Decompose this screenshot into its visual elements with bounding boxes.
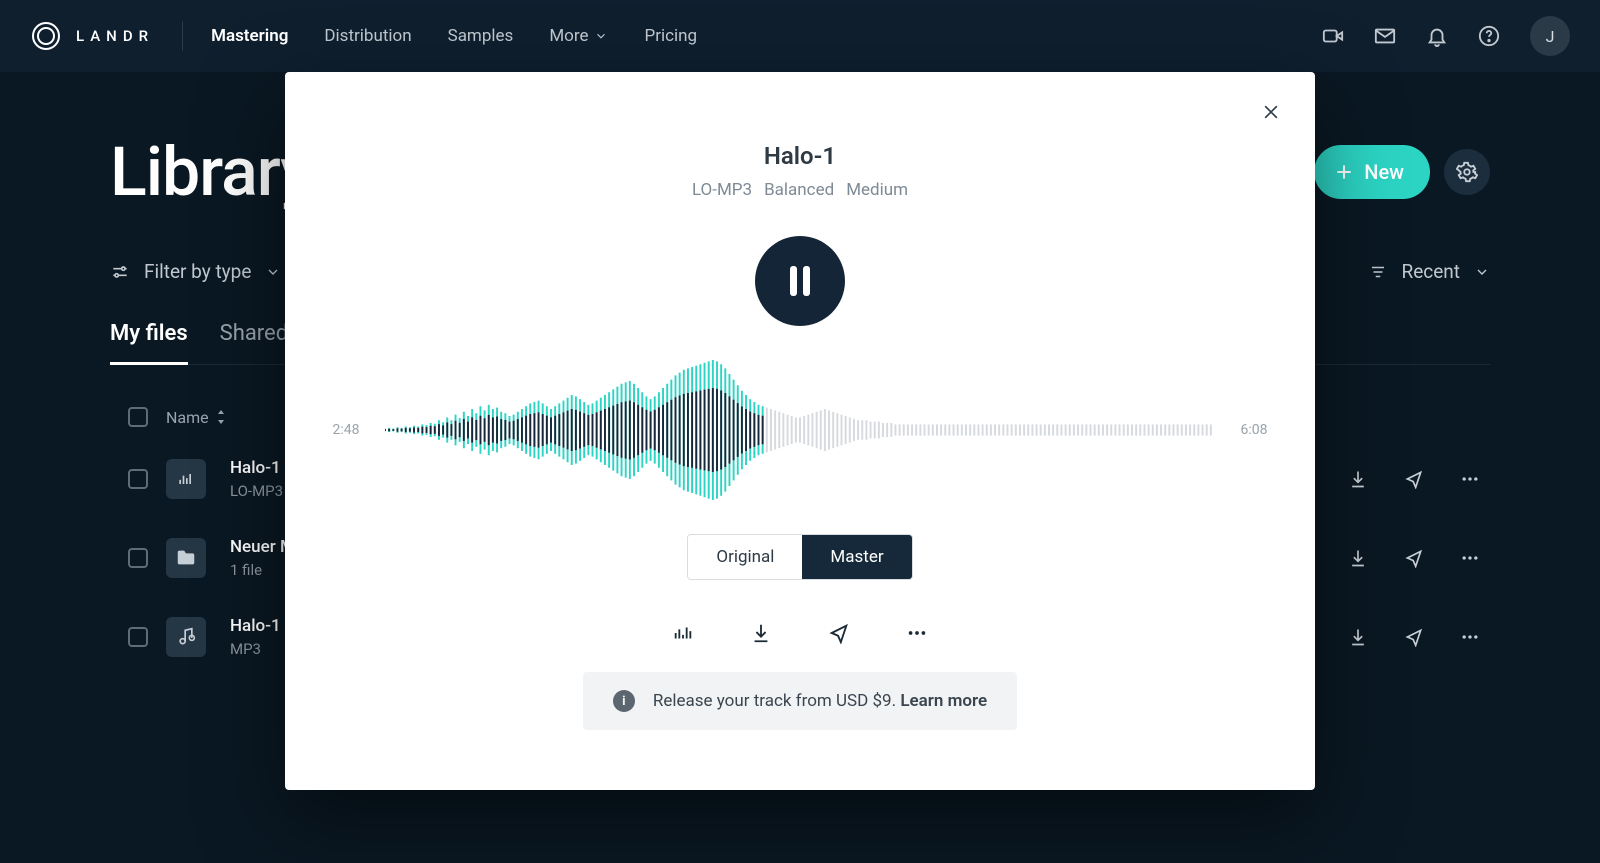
toggle-master[interactable]: Master [802,535,911,579]
new-button[interactable]: New [1314,145,1430,199]
sort-arrows-icon [215,410,227,424]
pause-icon [785,264,815,298]
file-type-icon [166,617,206,657]
row-share-icon[interactable] [1404,469,1424,489]
logo-icon [30,20,62,52]
settings-button[interactable] [1444,149,1490,195]
row-download-icon[interactable] [1348,627,1368,647]
mail-icon[interactable] [1374,25,1396,47]
promo-learn-more[interactable]: Learn more [900,691,987,711]
nav-divider [182,21,183,51]
track-modal: Halo-1 LO-MP3 Balanced Medium 2:48 6:08 Or… [285,72,1315,790]
row-share-icon[interactable] [1404,548,1424,568]
row-checkbox[interactable] [128,469,148,489]
row-more-icon[interactable] [1460,627,1480,647]
track-title: Halo-1 [764,142,836,170]
avatar[interactable]: J [1530,16,1570,56]
row-download-icon[interactable] [1348,548,1368,568]
nav-mastering[interactable]: Mastering [211,26,288,46]
avatar-initial: J [1546,27,1555,46]
file-name: Halo-1 [230,458,283,478]
nav-distribution[interactable]: Distribution [324,26,411,46]
waveform[interactable] [385,360,1215,500]
help-icon[interactable] [1478,25,1500,47]
chevron-down-icon [1474,264,1490,280]
file-subtitle: MP3 [230,640,281,658]
original-master-toggle: Original Master [687,534,912,580]
bell-icon[interactable] [1426,25,1448,47]
track-meta-item: Medium [846,180,908,200]
brand-logo[interactable]: LANDR [30,20,154,52]
file-subtitle: LO-MP3 [230,482,283,500]
more-action[interactable] [906,622,928,644]
brand-word: LANDR [76,27,154,45]
sliders-icon [110,262,130,282]
video-icon[interactable] [1322,25,1344,47]
close-button[interactable] [1261,102,1281,122]
track-meta-item: LO-MP3 [692,180,752,200]
row-download-icon[interactable] [1348,469,1368,489]
file-type-icon [166,538,206,578]
nav-more[interactable]: More [549,26,608,46]
row-checkbox[interactable] [128,627,148,647]
tab-shared[interactable]: Shared [220,321,288,364]
new-button-label: New [1364,160,1404,184]
nav-samples[interactable]: Samples [448,26,514,46]
sort-label: Recent [1401,260,1460,283]
row-share-icon[interactable] [1404,627,1424,647]
file-name: Halo-1 [230,616,281,636]
promo-banner: i Release your track from USD $9. Learn … [583,672,1017,730]
row-more-icon[interactable] [1460,548,1480,568]
nav-links: Mastering Distribution Samples More Pricing [211,26,697,46]
chevron-down-icon [594,29,608,43]
top-nav: LANDR Mastering Distribution Samples More Pr… [0,0,1600,72]
row-checkbox[interactable] [128,548,148,568]
pause-button[interactable] [755,236,845,326]
track-meta-item: Balanced [764,180,834,200]
track-meta: LO-MP3 Balanced Medium [692,180,908,200]
sort-icon [1369,263,1387,281]
time-current: 2:48 [325,422,367,438]
nav-pricing[interactable]: Pricing [644,26,697,46]
chevron-down-icon [265,264,281,280]
select-all-checkbox[interactable] [128,407,148,427]
time-total: 6:08 [1233,422,1275,438]
gear-icon [1456,161,1478,183]
toggle-original[interactable]: Original [688,535,802,579]
promo-text: Release your track from USD $9. [653,691,900,711]
file-type-icon [166,459,206,499]
filter-by-type[interactable]: Filter by type [110,260,281,283]
row-more-icon[interactable] [1460,469,1480,489]
sort-recent[interactable]: Recent [1369,260,1490,283]
share-action[interactable] [828,622,850,644]
tab-my-files[interactable]: My files [110,321,188,364]
mastering-action[interactable] [672,622,694,644]
plus-icon [1334,162,1354,182]
nav-icon-group: J [1322,16,1570,56]
page-title: Library [110,132,313,212]
download-action[interactable] [750,622,772,644]
info-icon: i [613,690,635,712]
filter-label: Filter by type [144,260,251,283]
